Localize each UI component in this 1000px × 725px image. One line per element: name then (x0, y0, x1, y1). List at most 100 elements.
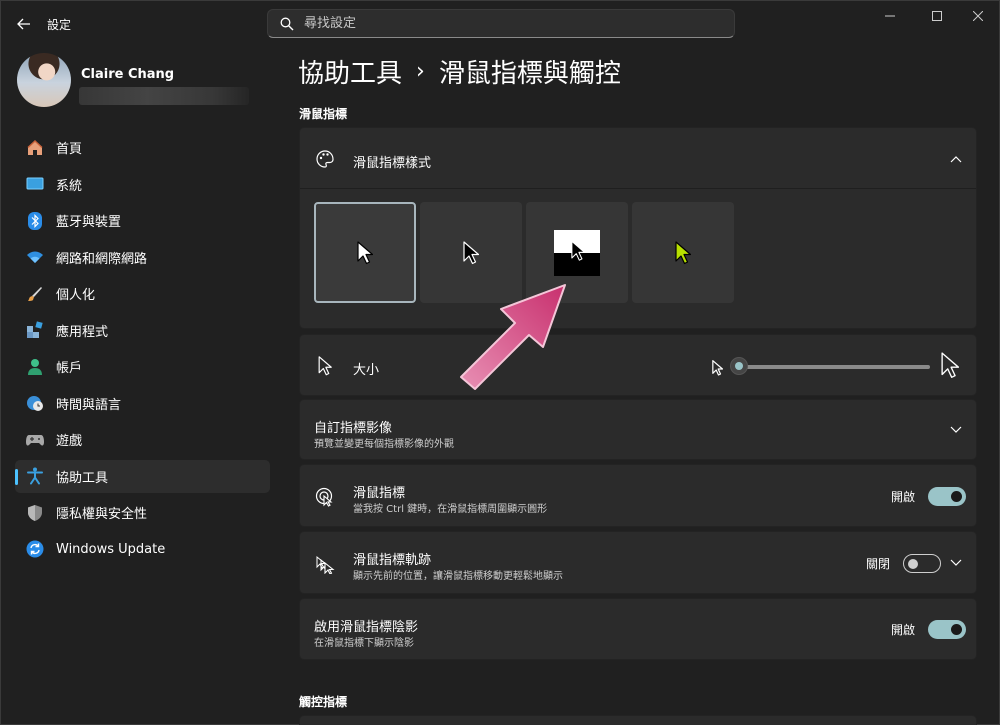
breadcrumb: 協助工具 › 滑鼠指標與觸控 (298, 53, 621, 90)
white-cursor-icon (357, 240, 373, 264)
sidebar-item-accessibility[interactable]: 協助工具 (15, 459, 270, 493)
sidebar-item-privacy[interactable]: 隱私權與安全性 (15, 496, 270, 529)
accessibility-icon (25, 466, 45, 486)
sidebar-item-label: 協助工具 (56, 470, 109, 486)
pointer-trails-card: 滑鼠指標軌跡 顯示先前的位置，讓滑鼠指標移動更輕鬆地顯示 關閉 (299, 531, 977, 594)
pointer-style-options (314, 202, 734, 303)
custom-images-subtitle: 預覽並變更每個指標影像的外觀 (314, 439, 454, 450)
size-title: 大小 (353, 363, 380, 378)
avatar (17, 53, 71, 107)
mouse-indicator-subtitle: 當我按 Ctrl 鍵時，在滑鼠指標周圍顯示圓形 (353, 504, 548, 515)
minimize-icon (885, 15, 895, 17)
person-icon (25, 357, 45, 377)
gamepad-icon (25, 430, 45, 450)
section-title-touch: 觸控指標 (299, 695, 348, 709)
app-title: 設定 (47, 18, 72, 32)
home-icon (25, 138, 45, 158)
mouse-indicator-card: 滑鼠指標 當我按 Ctrl 鍵時，在滑鼠指標周圍顯示圓形 開啟 (299, 464, 977, 527)
bluetooth-icon (25, 211, 45, 231)
search-input[interactable] (304, 16, 704, 31)
sidebar-item-gaming[interactable]: 遊戲 (15, 423, 270, 456)
sidebar-item-label: Windows Update (56, 541, 166, 557)
chevron-down-icon[interactable] (948, 422, 964, 438)
pointer-trails-state: 關閉 (866, 557, 891, 571)
pointer-shadow-subtitle: 在滑鼠指標下顯示陰影 (314, 638, 414, 649)
maximize-button[interactable] (914, 1, 960, 31)
title-bar: 設定 (1, 1, 1000, 45)
sidebar-item-label: 時間與語言 (56, 397, 122, 413)
pointer-style-custom[interactable] (632, 202, 734, 303)
size-card: 大小 (299, 334, 977, 396)
sidebar-item-bluetooth[interactable]: 藍牙與裝置 (15, 204, 270, 237)
sidebar-item-label: 隱私權與安全性 (56, 507, 148, 522)
pointer-shadow-card: 啟用滑鼠指標陰影 在滑鼠指標下顯示陰影 開啟 (299, 598, 977, 660)
close-button[interactable] (955, 1, 1000, 31)
sidebar-item-label: 首頁 (56, 142, 83, 157)
inverted-preview (554, 229, 600, 276)
sidebar-item-personalization[interactable]: 個人化 (15, 277, 270, 310)
mouse-indicator-state: 開啟 (891, 490, 916, 504)
minimize-button[interactable] (867, 1, 913, 31)
maximize-icon (932, 11, 942, 21)
size-slider-track[interactable] (738, 365, 930, 369)
apps-icon (25, 320, 45, 340)
chevron-down-icon[interactable] (948, 555, 964, 571)
size-slider-thumb[interactable] (730, 357, 748, 375)
monitor-icon (25, 174, 45, 194)
pointer-style-title: 滑鼠指標樣式 (353, 156, 432, 171)
chevron-up-icon[interactable] (948, 151, 964, 167)
mouse-indicator-toggle[interactable] (928, 487, 967, 506)
section-title-pointer: 滑鼠指標 (299, 107, 348, 121)
back-arrow-icon (17, 18, 30, 30)
mouse-indicator-toggle-group: 開啟 (891, 487, 967, 506)
pointer-style-inverted[interactable] (526, 202, 628, 303)
inverted-cursor-icon (571, 240, 585, 261)
pointer-style-white[interactable] (314, 202, 416, 303)
back-button[interactable] (13, 13, 35, 35)
pointer-shadow-state: 開啟 (891, 623, 916, 637)
sidebar-item-system[interactable]: 系統 (15, 168, 270, 201)
pointer-shadow-toggle[interactable] (928, 620, 967, 639)
custom-pointer-images-card[interactable]: 自訂指標影像 預覽並變更每個指標影像的外觀 (299, 399, 977, 460)
breadcrumb-parent[interactable]: 協助工具 (298, 53, 402, 90)
profile-email-redacted (79, 87, 249, 105)
update-icon (25, 539, 45, 559)
pointer-trails-subtitle: 顯示先前的位置，讓滑鼠指標移動更輕鬆地顯示 (353, 571, 563, 582)
sidebar-item-network[interactable]: 網路和網際網路 (15, 241, 270, 274)
profile-name: Claire Chang (81, 67, 175, 82)
black-cursor-icon (463, 240, 479, 264)
search-box[interactable] (267, 9, 735, 38)
pointer-style-black[interactable] (420, 202, 522, 303)
breadcrumb-separator: › (416, 59, 425, 84)
pointer-trails-toggle[interactable] (903, 554, 942, 573)
sidebar-item-windows-update[interactable]: Windows Update (15, 533, 270, 566)
pointer-trails-toggle-group: 關閉 (866, 554, 942, 573)
small-cursor-icon (706, 357, 728, 379)
shield-icon (25, 503, 45, 523)
search-icon (280, 17, 294, 30)
sidebar-item-label: 藍牙與裝置 (56, 215, 122, 230)
pointer-trails-icon (314, 553, 336, 575)
sidebar-item-time-language[interactable]: 時間與語言 (15, 387, 270, 420)
sidebar-item-label: 系統 (56, 178, 83, 194)
user-profile[interactable]: Claire Chang (17, 53, 267, 109)
pointer-style-card: 滑鼠指標樣式 (299, 127, 977, 329)
sidebar-item-home[interactable]: 首頁 (15, 131, 270, 164)
pointer-trails-title: 滑鼠指標軌跡 (353, 553, 432, 568)
sidebar-item-label: 應用程式 (56, 324, 109, 340)
large-cursor-icon (938, 351, 962, 379)
mouse-indicator-title: 滑鼠指標 (353, 486, 406, 501)
pointer-style-header[interactable]: 滑鼠指標樣式 (300, 128, 976, 189)
custom-color-cursor-icon (675, 240, 691, 264)
brush-icon (25, 284, 45, 304)
sidebar-item-apps[interactable]: 應用程式 (15, 314, 270, 347)
sidebar-item-accounts[interactable]: 帳戶 (15, 350, 270, 383)
custom-images-title: 自訂指標影像 (314, 421, 393, 436)
sidebar-item-label: 帳戶 (56, 361, 83, 376)
close-icon (973, 11, 983, 21)
sidebar-item-label: 網路和網際網路 (56, 251, 148, 267)
sidebar-item-label: 個人化 (56, 288, 96, 303)
page-title: 滑鼠指標與觸控 (438, 59, 621, 89)
pointer-indicator-icon (314, 486, 336, 508)
palette-icon (314, 148, 336, 170)
